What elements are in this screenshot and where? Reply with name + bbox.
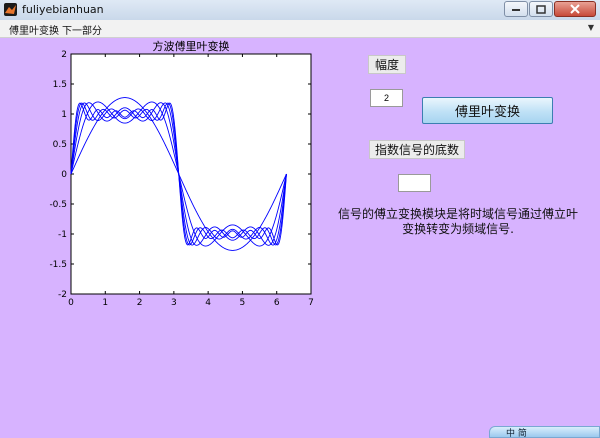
app-window: fuliyebianhuan 傅里叶变换 下一部分 ▼ 方波傅里叶变换 0 1 2 3 4… bbox=[0, 0, 600, 438]
fourier-transform-button[interactable]: 傅里叶变换 bbox=[422, 97, 553, 124]
description-text: 信号的傅立变换模块是将时域信号通过傅立叶变换转变为频域信号. bbox=[338, 207, 579, 236]
x-tick-label: 4 bbox=[205, 298, 211, 308]
x-tick-label: 5 bbox=[240, 298, 246, 308]
menu-bar: 傅里叶变换 下一部分 ▼ bbox=[0, 20, 600, 38]
y-tick-label: 0.5 bbox=[53, 140, 67, 150]
amplitude-label: 幅度 bbox=[368, 55, 406, 74]
chart-title: 方波傅里叶变换 bbox=[153, 39, 230, 53]
maximize-button[interactable] bbox=[529, 1, 553, 17]
close-icon bbox=[570, 4, 580, 14]
exponential-base-input[interactable] bbox=[398, 174, 431, 192]
amplitude-input[interactable] bbox=[370, 89, 403, 107]
square-wave-fourier-plot: 方波傅里叶变换 0 1 2 3 4 5 6 7 2 1.5 1 0.5 0 -0.5 -1 -1.5 -2 bbox=[49, 39, 314, 308]
maximize-icon bbox=[536, 4, 546, 14]
y-tick-label: 2 bbox=[61, 50, 67, 60]
taskbar-tray: 中 简 bbox=[489, 426, 600, 438]
plot-area bbox=[70, 53, 312, 295]
window-controls bbox=[504, 1, 596, 17]
y-tick-label: 1 bbox=[61, 110, 67, 120]
close-button[interactable] bbox=[554, 1, 596, 17]
window-title: fuliyebianhuan bbox=[22, 3, 104, 16]
y-tick-label: -2 bbox=[58, 290, 67, 300]
menu-overflow-icon[interactable]: ▼ bbox=[588, 23, 594, 32]
x-tick-label: 1 bbox=[102, 298, 108, 308]
menu-fourier-transform[interactable]: 傅里叶变换 bbox=[9, 22, 59, 37]
y-tick-label: -0.5 bbox=[49, 200, 67, 210]
x-tick-label: 3 bbox=[171, 298, 177, 308]
minimize-button[interactable] bbox=[504, 1, 528, 17]
matlab-icon bbox=[4, 3, 17, 16]
minimize-icon bbox=[512, 9, 520, 11]
x-tick-label: 2 bbox=[137, 298, 143, 308]
x-tick-label: 0 bbox=[68, 298, 74, 308]
x-tick-label: 7 bbox=[308, 298, 314, 308]
menu-next-part[interactable]: 下一部分 bbox=[62, 22, 102, 37]
y-tick-label: 0 bbox=[61, 170, 67, 180]
exponential-base-label: 指数信号的底数 bbox=[369, 140, 465, 159]
title-bar: fuliyebianhuan bbox=[0, 0, 600, 21]
y-tick-label: -1.5 bbox=[49, 260, 67, 270]
ime-indicator[interactable]: 中 简 bbox=[506, 426, 527, 438]
y-tick-label: 1.5 bbox=[53, 80, 67, 90]
x-tick-label: 6 bbox=[274, 298, 280, 308]
y-tick-label: -1 bbox=[58, 230, 67, 240]
